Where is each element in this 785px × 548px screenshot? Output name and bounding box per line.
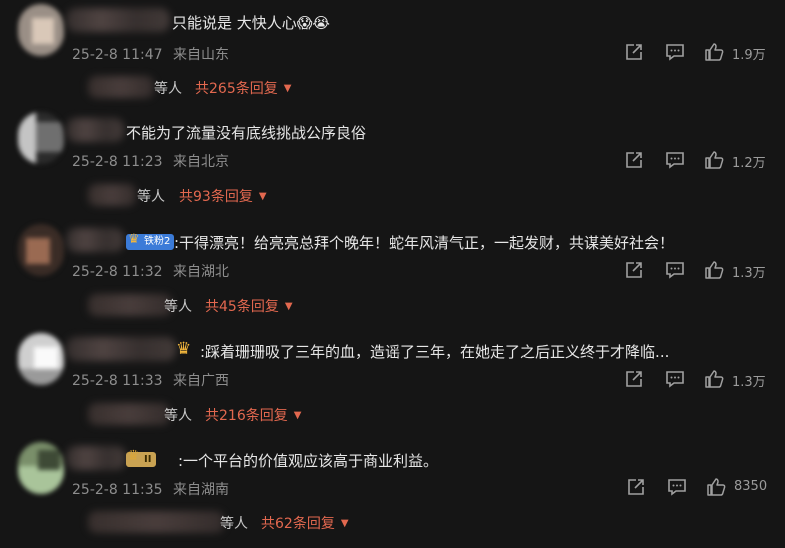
reply-summary[interactable]: 等人 共216条回复 ▼ xyxy=(80,401,340,427)
comment-text: :一个平台的价值观应该高于商业利益。 xyxy=(178,452,439,470)
username-blurred[interactable] xyxy=(66,228,124,252)
caret-down-icon: ▼ xyxy=(293,410,302,421)
comment-text: :干得漂亮！给亮亮总拜个晚年！蛇年风清气正，一起发财，共谋美好社会！ xyxy=(174,234,675,252)
badge-label: 铁粉2 xyxy=(144,236,171,247)
comment-icon[interactable] xyxy=(665,42,685,62)
reply-word: 等人 xyxy=(154,81,182,97)
reply-word: 等人 xyxy=(164,299,192,315)
avatar[interactable] xyxy=(18,333,64,385)
caret-down-icon: ▼ xyxy=(283,83,292,94)
share-icon[interactable] xyxy=(624,369,644,389)
comment-meta: 25-2-8 11:47 来自山东 xyxy=(72,44,235,64)
share-icon[interactable] xyxy=(626,477,646,497)
caret-down-icon: ▼ xyxy=(284,301,293,312)
reply-count-label: 共45条回复 xyxy=(205,299,279,315)
thumbs-up-icon[interactable] xyxy=(704,369,724,389)
reply-count-label: 共93条回复 xyxy=(179,189,253,205)
crown-icon: ♛ xyxy=(128,232,140,247)
comment-icon[interactable] xyxy=(667,477,687,497)
comment-location: 来自北京 xyxy=(172,154,229,170)
avatar[interactable] xyxy=(18,4,64,56)
like-count: 1.2万 xyxy=(732,156,766,171)
like-count: 1.3万 xyxy=(732,375,766,390)
share-icon[interactable] xyxy=(624,260,644,280)
share-icon[interactable] xyxy=(624,150,644,170)
comment-meta: 25-2-8 11:32 来自湖北 xyxy=(72,261,235,281)
comment-location: 来自湖北 xyxy=(172,264,229,280)
comment-meta: 25-2-8 11:35 来自湖南 xyxy=(72,479,235,499)
comment-date: 25-2-8 11:32 xyxy=(72,264,163,280)
comment-text: 只能说是 大快人心😱😭 xyxy=(172,14,330,32)
reply-count-label: 共216条回复 xyxy=(205,408,288,424)
reply-summary[interactable]: 等人 共45条回复 ▼ xyxy=(80,292,320,318)
comment-meta: 25-2-8 11:23 来自北京 xyxy=(72,151,235,171)
reply-summary[interactable]: 等人 共265条回复 ▼ xyxy=(80,74,320,100)
reply-summary[interactable]: 等人 共93条回复 ▼ xyxy=(80,182,300,208)
comment-icon[interactable] xyxy=(665,150,685,170)
like-count: 1.9万 xyxy=(732,48,766,63)
comment-actions: 1.2万 xyxy=(622,150,772,171)
share-icon[interactable] xyxy=(624,42,644,62)
avatar[interactable] xyxy=(18,112,64,164)
comment-icon[interactable] xyxy=(665,369,685,389)
badge-label: II xyxy=(144,454,152,465)
reply-count-link[interactable]: 共45条回复 ▼ xyxy=(205,296,293,316)
reply-users-blurred xyxy=(88,511,224,533)
reply-word: 等人 xyxy=(164,408,192,424)
comment-actions: 1.3万 xyxy=(622,369,772,390)
comment-text: 不能为了流量没有底线挑战公序良俗 xyxy=(126,124,367,142)
thumbs-up-icon[interactable] xyxy=(706,477,726,497)
reply-count-label: 共265条回复 xyxy=(195,81,278,97)
comment-location: 来自广西 xyxy=(172,373,229,389)
thumbs-up-icon[interactable] xyxy=(704,42,724,62)
caret-down-icon: ▼ xyxy=(258,191,267,202)
reply-count-link[interactable]: 共62条回复 ▼ xyxy=(261,513,349,533)
reply-count-link[interactable]: 共93条回复 ▼ xyxy=(179,186,267,206)
comment-actions: 1.3万 xyxy=(622,260,772,281)
comment-icon[interactable] xyxy=(665,260,685,280)
like-count: 8350 xyxy=(734,479,768,494)
reply-word: 等人 xyxy=(137,189,165,205)
comment-location: 来自山东 xyxy=(172,47,229,63)
comment-text: :踩着珊珊吸了三年的血，造谣了三年，在她走了之后正义终于才降临... xyxy=(200,343,670,361)
comment-date: 25-2-8 11:23 xyxy=(72,154,163,170)
like-count: 1.3万 xyxy=(732,266,766,281)
crown-icon: ♛ xyxy=(127,448,140,464)
reply-count-label: 共62条回复 xyxy=(261,516,335,532)
reply-word: 等人 xyxy=(220,516,248,532)
comment-date: 25-2-8 11:33 xyxy=(72,373,163,389)
comment-actions: 1.9万 xyxy=(622,42,772,63)
reply-summary[interactable]: 等人 共62条回复 ▼ xyxy=(80,509,380,535)
caret-down-icon: ▼ xyxy=(340,518,349,529)
comment-meta: 25-2-8 11:33 来自广西 xyxy=(72,370,235,390)
comment-date: 25-2-8 11:35 xyxy=(72,482,163,498)
reply-count-link[interactable]: 共216条回复 ▼ xyxy=(205,405,301,425)
username-blurred[interactable] xyxy=(66,446,126,470)
reply-users-blurred xyxy=(88,184,136,206)
avatar[interactable] xyxy=(18,442,64,494)
reply-users-blurred xyxy=(88,403,170,425)
level-badge[interactable]: ♛ II xyxy=(126,448,157,467)
username-blurred[interactable] xyxy=(66,337,176,361)
username-blurred[interactable] xyxy=(66,8,170,32)
reply-users-blurred xyxy=(88,294,172,316)
reply-count-link[interactable]: 共265条回复 ▼ xyxy=(195,78,291,98)
thumbs-up-icon[interactable] xyxy=(704,150,724,170)
crown-icon: ♛ xyxy=(176,339,192,359)
reply-users-blurred xyxy=(88,76,154,98)
comment-actions: 8350 xyxy=(622,477,772,497)
fan-badge[interactable]: ♛ 铁粉2 xyxy=(126,232,175,250)
comment-date: 25-2-8 11:47 xyxy=(72,47,163,63)
thumbs-up-icon[interactable] xyxy=(704,260,724,280)
comment-location: 来自湖南 xyxy=(172,482,229,498)
avatar[interactable] xyxy=(18,224,64,276)
username-blurred[interactable] xyxy=(66,118,124,142)
